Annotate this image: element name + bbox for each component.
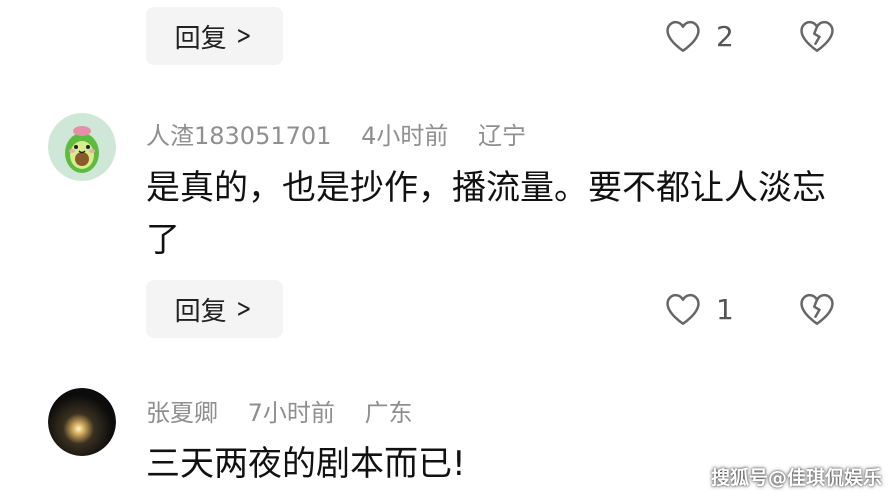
heart-outline-icon	[666, 20, 700, 52]
location: 辽宁	[478, 122, 526, 150]
avatar[interactable]	[48, 113, 116, 181]
watermark: 搜狐号@佳琪侃娱乐	[711, 467, 883, 489]
reply-button[interactable]: 回复 >	[146, 7, 283, 65]
broken-heart-icon	[800, 293, 834, 325]
username[interactable]: 人渣183051701	[146, 122, 331, 150]
like-button[interactable]: 1	[664, 292, 734, 326]
like-count: 1	[716, 292, 734, 326]
dislike-button[interactable]	[798, 19, 836, 57]
dislike-button[interactable]	[798, 292, 836, 330]
dark-sparkle-avatar-icon	[48, 388, 116, 456]
chevron-right-icon: >	[235, 21, 252, 51]
comment-meta: 张夏卿 7小时前 广东	[146, 393, 435, 428]
like-count: 2	[716, 19, 734, 53]
reply-button[interactable]: 回复 >	[146, 280, 283, 338]
reply-label: 回复	[174, 23, 227, 54]
location: 广东	[364, 399, 413, 427]
comment-text: 是真的，也是抄作，播流量。要不都让人淡忘了	[146, 168, 826, 260]
avatar[interactable]	[48, 388, 116, 456]
broken-heart-icon	[800, 20, 834, 52]
heart-outline-icon	[666, 293, 700, 325]
like-button[interactable]: 2	[664, 19, 734, 53]
avocado-avatar-icon	[48, 113, 116, 181]
chevron-right-icon: >	[235, 294, 252, 324]
timestamp: 4小时前	[361, 122, 449, 150]
reply-label: 回复	[174, 296, 227, 327]
username[interactable]: 张夏卿	[146, 399, 218, 427]
comment-meta: 人渣183051701 4小时前 辽宁	[146, 116, 548, 151]
timestamp: 7小时前	[247, 399, 335, 427]
